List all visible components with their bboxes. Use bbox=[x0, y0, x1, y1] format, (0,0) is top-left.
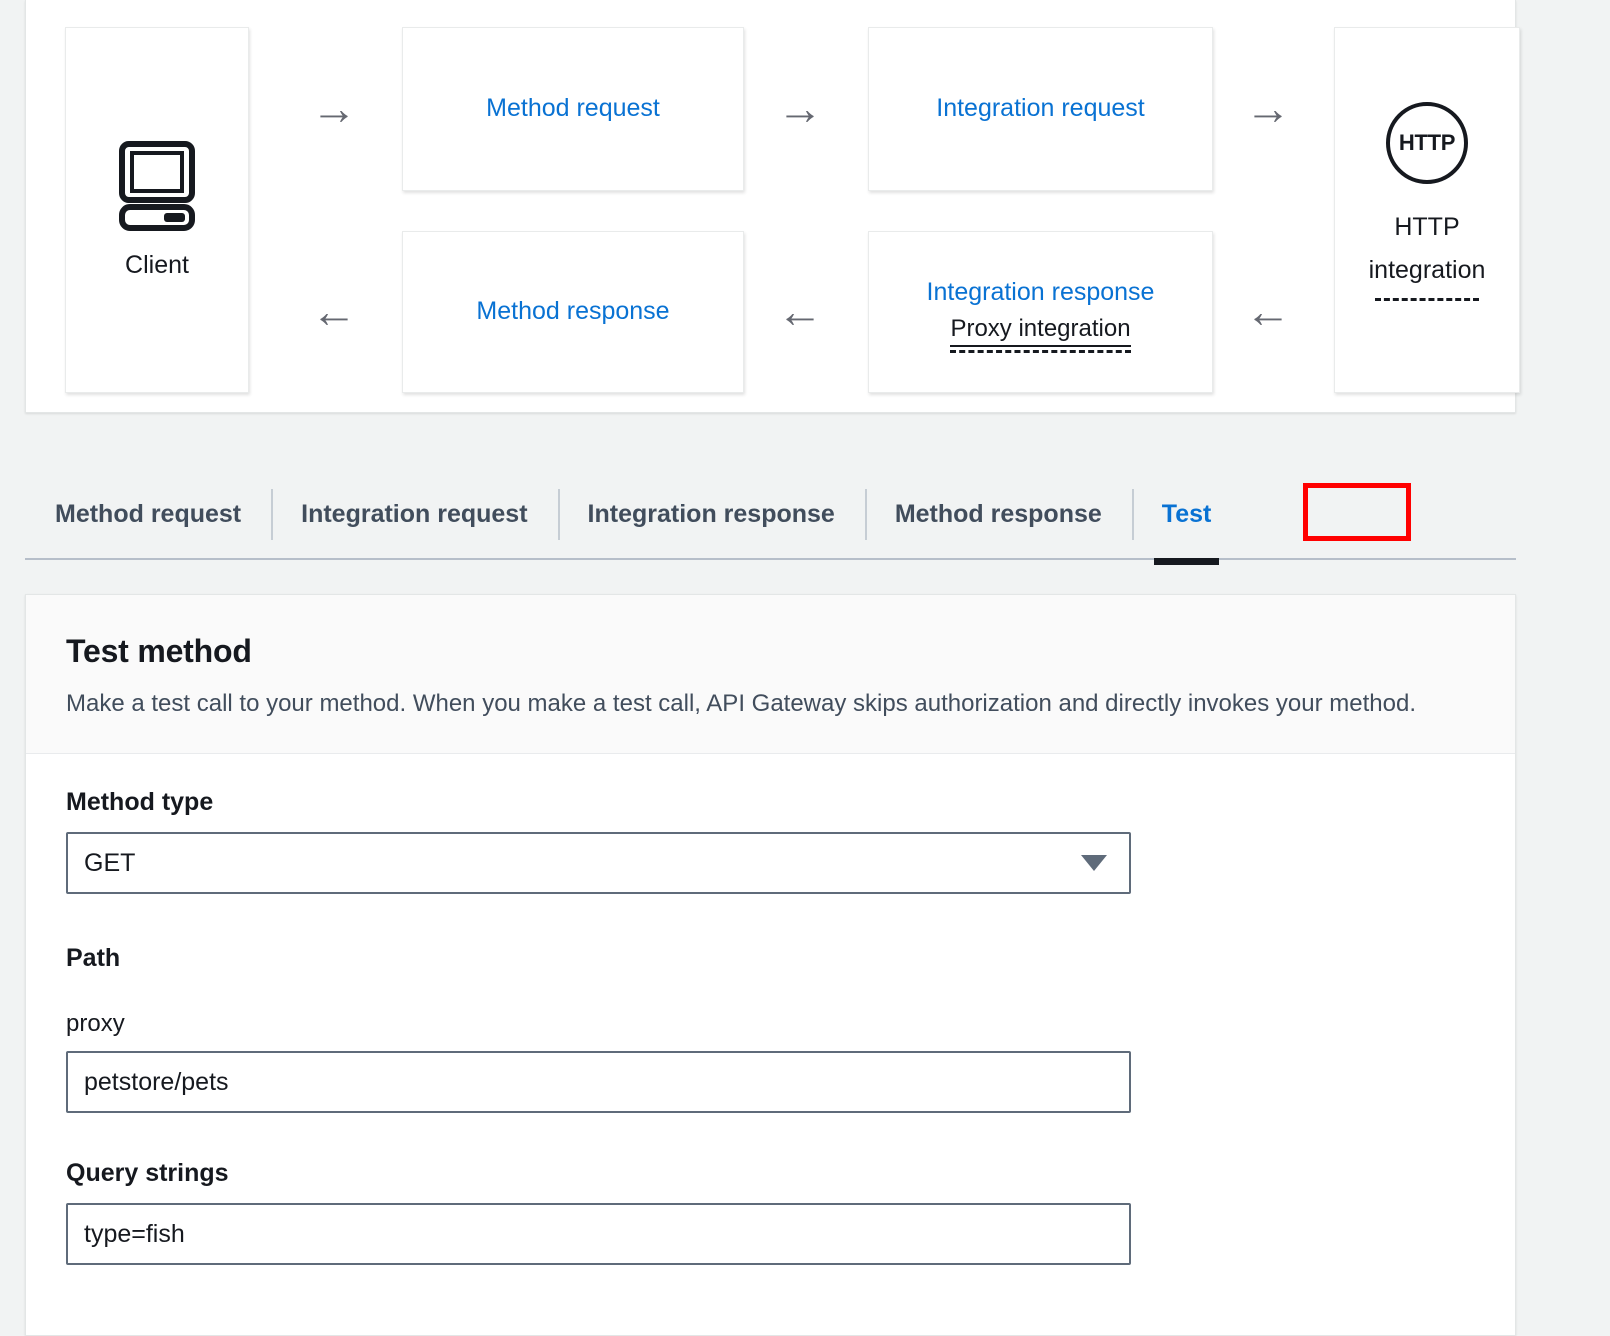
integration-response-link[interactable]: Integration response bbox=[927, 277, 1155, 308]
test-method-form: Method type GET Path proxy petstore/pets… bbox=[26, 754, 1515, 1266]
test-method-header: Test method Make a test call to your met… bbox=[26, 595, 1515, 755]
query-strings-value: type=fish bbox=[84, 1219, 185, 1248]
method-type-label: Method type bbox=[66, 788, 214, 817]
path-label: Path bbox=[66, 944, 121, 973]
http-integration-label: HTTP integration bbox=[1361, 206, 1493, 301]
method-type-value: GET bbox=[84, 848, 136, 877]
arrow-right-method-request-to-integration-request: → bbox=[777, 82, 823, 134]
arrow-left-method-response-to-client: ← bbox=[311, 285, 357, 337]
test-method-panel: Test method Make a test call to your met… bbox=[25, 594, 1516, 1336]
api-method-flow-diagram: Client Method request Method response In… bbox=[25, 0, 1520, 413]
arrow-left-backend-to-integration-response: ← bbox=[1245, 285, 1291, 337]
test-method-description: Make a test call to your method. When yo… bbox=[66, 690, 1416, 717]
proxy-integration-label: Proxy integration bbox=[950, 313, 1131, 353]
query-strings-input[interactable]: type=fish bbox=[66, 1203, 1131, 1266]
tab-test[interactable]: Test bbox=[1131, 483, 1242, 565]
diagram-node-integration-response[interactable]: Integration response Proxy integration bbox=[868, 231, 1213, 393]
arrow-right-client-to-method-request: → bbox=[311, 82, 357, 134]
method-type-select[interactable]: GET bbox=[66, 832, 1131, 895]
path-param-name-label: proxy bbox=[66, 1010, 125, 1038]
http-badge-icon: HTTP bbox=[1386, 102, 1468, 184]
diagram-node-client: Client bbox=[65, 27, 249, 393]
tab-integration-response[interactable]: Integration response bbox=[557, 483, 865, 546]
tab-method-response[interactable]: Method response bbox=[864, 483, 1132, 546]
query-strings-label: Query strings bbox=[66, 1159, 229, 1188]
arrow-right-integration-request-to-backend: → bbox=[1245, 82, 1291, 134]
method-response-link[interactable]: Method response bbox=[476, 296, 669, 327]
tab-method-request[interactable]: Method request bbox=[25, 483, 271, 546]
path-proxy-input[interactable]: petstore/pets bbox=[66, 1051, 1131, 1114]
integration-request-link[interactable]: Integration request bbox=[936, 93, 1144, 124]
diagram-node-method-request[interactable]: Method request bbox=[402, 27, 744, 191]
method-request-link[interactable]: Method request bbox=[486, 93, 660, 124]
diagram-node-method-response[interactable]: Method response bbox=[402, 231, 744, 393]
arrow-left-integration-response-to-method-response: ← bbox=[777, 285, 823, 337]
diagram-node-http-integration: HTTP HTTP integration bbox=[1334, 27, 1520, 393]
method-tabs: Method request Integration request Integ… bbox=[25, 470, 1516, 565]
client-computer-icon bbox=[109, 140, 205, 231]
page-title: Test method bbox=[66, 633, 252, 669]
chevron-down-icon bbox=[1081, 855, 1107, 872]
flow-container: Client Method request Method response In… bbox=[26, 0, 1520, 412]
path-proxy-value: petstore/pets bbox=[84, 1067, 229, 1096]
diagram-node-integration-request[interactable]: Integration request bbox=[868, 27, 1213, 191]
client-label: Client bbox=[125, 250, 189, 279]
tab-integration-request[interactable]: Integration request bbox=[271, 483, 557, 546]
